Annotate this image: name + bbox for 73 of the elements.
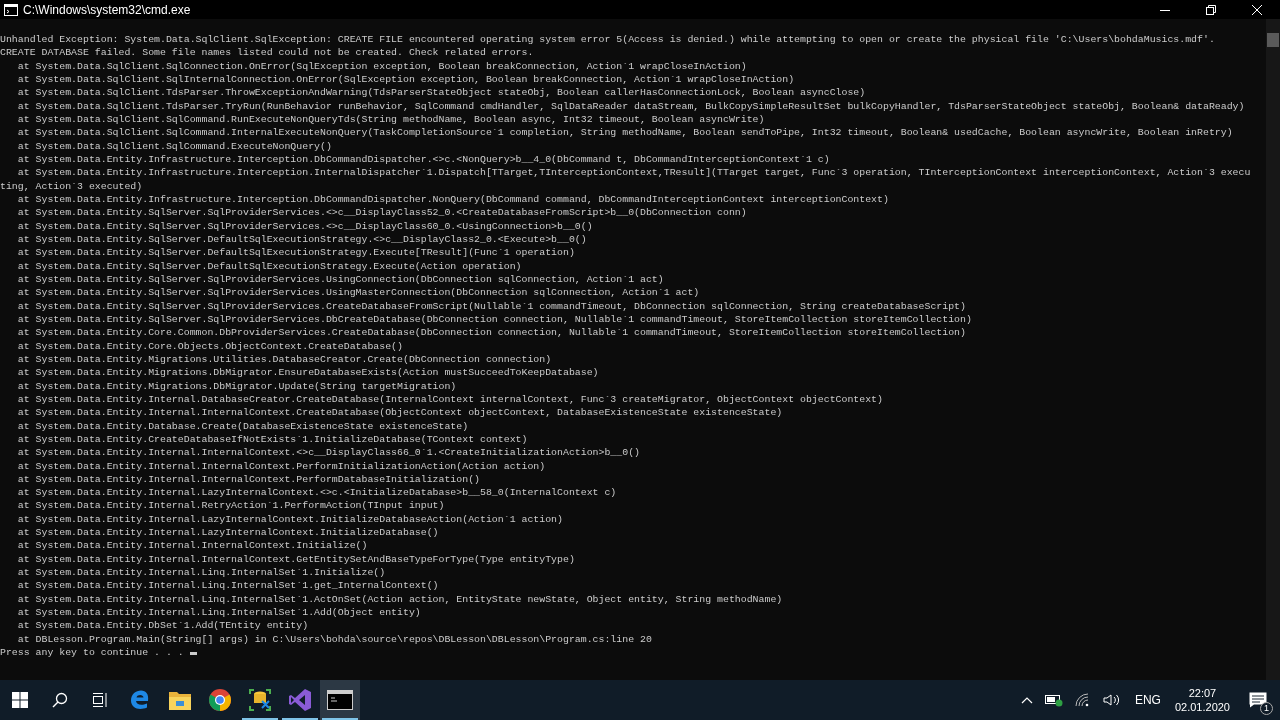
console-line: at System.Data.Entity.Internal.Linq.InternalSet`1.ActOnSet(Action action, EntityState newState, Object entity, String methodName) (16, 592, 783, 607)
restore-icon (1206, 4, 1216, 15)
console-line: at System.Data.Entity.Internal.InternalContext.Initialize() (16, 539, 368, 553)
taskbar-app[interactable] (320, 680, 360, 720)
console-line: at System.Data.Entity.Infrastructure.Interception.InternalDispatcher`1.Dispatch[TTarget,TInterceptionContext,TResult](TTarget target, Func`3 operation, TInterceptionContext interceptionContext, Action`3 execu (16, 166, 1251, 180)
console-line: ting, Action`3 executed) (0, 179, 143, 193)
console-line: at System.Data.Entity.Internal.LazyInternalContext.InitializeDatabase() (16, 526, 439, 540)
console-line: at System.Data.Entity.Core.Objects.ObjectContext.CreateDatabase() (16, 339, 403, 353)
console-line: at System.Data.Entity.CreateDatabaseIfNotExists`1.InitializeDatabase(TContext context) (16, 432, 528, 447)
caret-up-icon (1020, 696, 1033, 704)
console-line: Press any key to continue . . . (0, 646, 197, 660)
console-line: at System.Data.Entity.Internal.LazyInternalContext.InitializeDatabaseAction(Action`1 action) (16, 512, 563, 527)
battery-plug-icon (1044, 693, 1063, 707)
text-cursor (189, 652, 197, 656)
scrollbar[interactable] (1266, 19, 1280, 680)
console-line: at System.Data.Entity.SqlServer.DefaultSqlExecutionStrategy.Execute(Action operation) (16, 259, 522, 273)
console-line: at System.Data.Entity.Internal.Linq.InternalSet`1.Initialize() (16, 566, 386, 580)
console-line: at System.Data.Entity.SqlServer.SqlProviderServices.CreateDatabaseFromScript(Nullable`1 commandTimeout, DbConnection sqlConnection, String createDatabaseScript) (16, 299, 966, 313)
console-line: at System.Data.SqlClient.SqlCommand.InternalExecuteNonQuery(TaskCompletionSource`1 completion, String methodName, Boolean sendToPipe, Int32 timeout, Boolean& usedCache, Boolean asyncWrite, Boolean inRetry) (16, 126, 1233, 140)
window-title: C:\Windows\system32\cmd.exe (23, 2, 192, 17)
console-icon (327, 690, 353, 710)
console-line: Unhandled Exception: System.Data.SqlClient.SqlException: CREATE FILE encountered operating system error 5(Access is denied.) while attempting to open or create the physical file 'C:\Users\bohdaMusics.mdf'. (0, 33, 1215, 47)
console-line: at System.Data.Entity.Internal.Linq.InternalSet`1.get_InternalContext() (16, 579, 439, 593)
folder-icon (168, 689, 192, 711)
console-line: at System.Data.Entity.Migrations.Utilities.DatabaseCreator.Create(DbConnection connection) (16, 352, 552, 367)
console-line: at System.Data.SqlClient.TdsParser.TryRun(RunBehavior runBehavior, SqlCommand cmdHandler, SqlDataReader dataStream, BulkCopySimpleResultSet bulkCopyHandler, TdsParserStateObject stateObj, Boolean& dataReady) (16, 99, 1245, 113)
console-line: at System.Data.Entity.SqlServer.SqlProviderServices.<>c__DisplayClass52_0.<CreateDatabaseFromScript>b__0(DbConnection conn) (16, 206, 747, 220)
console-icon (4, 3, 18, 16)
console-line: at System.Data.SqlClient.SqlInternalConnection.OnError(SqlException exception, Boolean breakConnection, Action`1 wrapCloseInAction) (16, 73, 795, 87)
console-line: at System.Data.Entity.SqlServer.SqlProviderServices.UsingConnection(DbConnection sqlConnection, Action`1 act) (16, 272, 664, 287)
task-view-icon (92, 692, 108, 708)
console-line: at System.Data.Entity.Internal.InternalContext.<>c__DisplayClass66_0`1.<CreateInitializationAction>b__0() (16, 446, 640, 460)
console-line: at System.Data.SqlClient.SqlCommand.RunExecuteNonQueryTds(String methodName, Boolean async, Int32 timeout, Boolean asyncWrite) (16, 112, 765, 127)
console-line: at System.Data.Entity.Internal.DatabaseCreator.CreateDatabase(InternalContext internalContext, Func`3 createMigrator, ObjectContext objectContext) (16, 392, 883, 407)
console-line: at System.Data.Entity.Internal.InternalContext.GetEntitySetAndBaseTypeForType(Type entityType) (16, 552, 575, 567)
console-line: at System.Data.Entity.DbSet`1.Add(TEntity entity) (16, 619, 309, 633)
console-line: at System.Data.Entity.Core.Common.DbProviderServices.CreateDatabase(DbConnection connection, Nullable`1 commandTimeout, StoreItemCollection storeItemCollection) (16, 326, 966, 340)
notification-count: 1 (1260, 702, 1273, 715)
console-line: at System.Data.Entity.Internal.InternalContext.PerformDatabaseInitialization() (16, 472, 480, 487)
chrome-logo-icon (208, 688, 232, 712)
console-line: at System.Data.Entity.Infrastructure.Interception.DbCommandDispatcher.<>c.<NonQuery>b__4_0(DbCommand t, DbCommandInterceptionContext`1 c) (16, 152, 830, 167)
console-line: at System.Data.Entity.Internal.InternalContext.PerformInitializationAction(Action action) (16, 459, 546, 473)
console-line: at System.Data.Entity.Migrations.DbMigrator.EnsureDatabaseExists(Action mustSucceedToKeepDatabase) (16, 366, 599, 380)
database-tool-icon (248, 688, 272, 712)
console-line: at System.Data.SqlClient.SqlCommand.ExecuteNonQuery() (16, 139, 332, 153)
speaker-icon (1102, 693, 1121, 707)
scrollbar-thumb[interactable] (1267, 33, 1279, 47)
infinity-logo-icon (288, 688, 312, 712)
console-line: at DBLesson.Program.Main(String[] args) in C:\Users\bohda\source\repos\DBLesson\DBLesson\Program.cs:line 20 (16, 632, 652, 647)
console-line: at System.Data.SqlClient.TdsParser.ThrowExceptionAndWarning(TdsParserStateObject stateObj, Boolean callerHasConnectionLock, Boolean asyncClose) (16, 86, 866, 100)
search-icon (52, 692, 68, 708)
console-line: at System.Data.Entity.Infrastructure.Interception.DbCommandDispatcher.NonQuery(DbCommand command, DbCommandInterceptionContext interceptionContext) (16, 192, 889, 207)
console-line: at System.Data.SqlClient.SqlConnection.OnError(SqlException exception, Boolean breakConnection, Action`1 wrapCloseInAction) (16, 59, 747, 73)
console-line: at System.Data.Entity.Migrations.DbMigrator.Update(String targetMigration) (16, 379, 457, 393)
wifi-icon (1074, 693, 1091, 707)
console-line: at System.Data.Entity.SqlServer.SqlProviderServices.<>c__DisplayClass60_0.<UsingConnection>b__0() (16, 219, 593, 233)
clock-date: 02.01.2020 (1174, 701, 1230, 713)
console-line: at System.Data.Entity.Internal.RetryAction`1.PerformAction(TInput input) (16, 499, 445, 513)
console-line: at System.Data.Entity.Database.Create(DatabaseExistenceState existenceState) (16, 419, 469, 433)
console-line: at System.Data.Entity.SqlServer.SqlProviderServices.UsingMasterConnection(DbConnection sqlConnection, Action`1 act) (16, 286, 700, 300)
console-line: at System.Data.Entity.Internal.InternalContext.CreateDatabase(ObjectContext objectContext, DatabaseExistenceState existenceState) (16, 406, 783, 420)
close-icon (1252, 4, 1262, 15)
clock-time: 22:07 (1188, 687, 1217, 699)
language-button[interactable]: ENG (1126, 680, 1169, 720)
windows-logo-icon (12, 692, 28, 708)
console-line: at System.Data.Entity.Internal.LazyInternalContext.<>c.<InitializeDatabase>b__58_0(InternalContext c) (16, 486, 617, 500)
console-line: at System.Data.Entity.SqlServer.SqlProviderServices.DbCreateDatabase(DbConnection connection, Nullable`1 commandTimeout, StoreItemCollection storeItemCollection) (16, 312, 972, 327)
console-line: at System.Data.Entity.SqlServer.DefaultSqlExecutionStrategy.Execute[TResult](Func`1 operation) (16, 246, 575, 260)
console-line: CREATE DATABASE failed. Some file names listed could not be created. Check related errors. (0, 46, 534, 60)
notifications-button[interactable]: 1 (1236, 680, 1280, 720)
console-line: at System.Data.Entity.SqlServer.DefaultSqlExecutionStrategy.<>c__DisplayClass2_0.<Execute>b__0() (16, 232, 587, 247)
console-line: at System.Data.Entity.Internal.Linq.InternalSet`1.Add(Object entity) (16, 606, 421, 620)
clock-button[interactable]: 22:07 02.01.2020 (1168, 680, 1236, 720)
